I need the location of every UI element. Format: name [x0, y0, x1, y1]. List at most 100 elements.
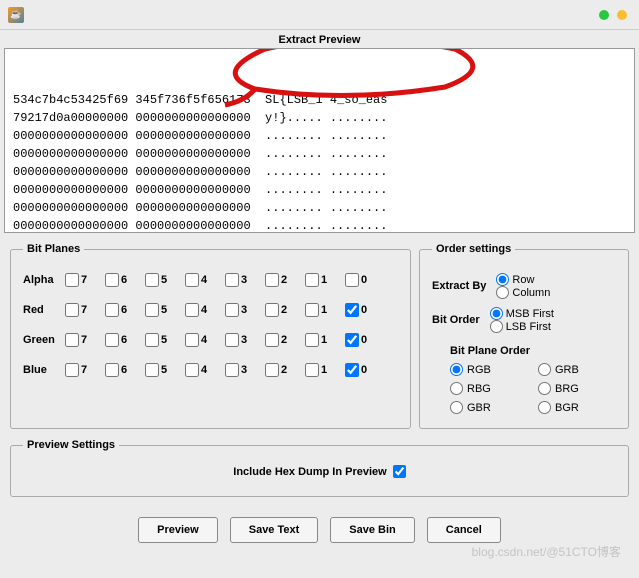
blue-bit-7-checkbox[interactable]	[65, 363, 79, 377]
bit-label: 6	[121, 304, 127, 316]
bit-order-row: Bit Order MSB First LSB First	[432, 307, 616, 333]
bit-plane-label: Green	[23, 334, 65, 346]
red-bit-3-checkbox[interactable]	[225, 303, 239, 317]
green-bit-6-checkbox[interactable]	[105, 333, 119, 347]
bit-order-msb-first-radio[interactable]	[490, 307, 503, 320]
bit-label: 3	[241, 334, 247, 346]
bit-label: 4	[201, 364, 207, 376]
bit-order-lsb-first-radio[interactable]	[490, 320, 503, 333]
blue-bit-6-checkbox[interactable]	[105, 363, 119, 377]
bit-label: 2	[281, 274, 287, 286]
bpo-brg-option[interactable]: BRG	[538, 382, 616, 395]
hex-dump-area[interactable]: 534c7b4c53425f69 345f736f5f656173 SL{LSB…	[4, 48, 635, 233]
bpo-rgb-option[interactable]: RGB	[450, 363, 528, 376]
bpo-gbr-radio[interactable]	[450, 401, 463, 414]
minimize-dot[interactable]	[599, 10, 609, 20]
green-bit-7-checkbox[interactable]	[65, 333, 79, 347]
bit-order-lsb-first-option[interactable]: LSB First	[490, 320, 554, 333]
bpo-rbg-radio[interactable]	[450, 382, 463, 395]
bit-plane-row-red: Red76543210	[23, 295, 398, 325]
bit-label: 7	[81, 334, 87, 346]
bit-plane-row-blue: Blue76543210	[23, 355, 398, 385]
bit-label: 6	[121, 364, 127, 376]
bpo-gbr-option[interactable]: GBR	[450, 401, 528, 414]
bpo-brg-radio[interactable]	[538, 382, 551, 395]
save-bin-button[interactable]: Save Bin	[330, 517, 414, 543]
bit-label: 3	[241, 304, 247, 316]
preview-button[interactable]: Preview	[138, 517, 218, 543]
hex-dump-label: Include Hex Dump In Preview	[233, 466, 386, 478]
bit-order-msb-first-option[interactable]: MSB First	[490, 307, 554, 320]
extract-by-row-radio[interactable]	[496, 273, 509, 286]
bpo-grb-radio[interactable]	[538, 363, 551, 376]
red-bit-0-checkbox[interactable]	[345, 303, 359, 317]
bpo-bgr-option[interactable]: BGR	[538, 401, 616, 414]
extract-by-label: Extract By	[432, 280, 486, 292]
alpha-bit-5-checkbox[interactable]	[145, 273, 159, 287]
bit-label: 3	[241, 364, 247, 376]
green-bit-0-checkbox[interactable]	[345, 333, 359, 347]
extract-by-column-option[interactable]: Column	[496, 286, 550, 299]
green-bit-1-checkbox[interactable]	[305, 333, 319, 347]
bpo-bgr-radio[interactable]	[538, 401, 551, 414]
hex-line: 534c7b4c53425f69 345f736f5f656173 SL{LSB…	[13, 91, 626, 109]
blue-bit-3-checkbox[interactable]	[225, 363, 239, 377]
preview-settings-fieldset: Preview Settings Include Hex Dump In Pre…	[10, 439, 629, 497]
blue-bit-0-checkbox[interactable]	[345, 363, 359, 377]
bit-label: 1	[321, 334, 327, 346]
green-bit-4-checkbox[interactable]	[185, 333, 199, 347]
extract-by-column-radio[interactable]	[496, 286, 509, 299]
green-bit-2-checkbox[interactable]	[265, 333, 279, 347]
extract-by-row-option[interactable]: Row	[496, 273, 550, 286]
alpha-bit-3-checkbox[interactable]	[225, 273, 239, 287]
hex-line: 0000000000000000 0000000000000000 ......…	[13, 217, 626, 233]
red-bit-6-checkbox[interactable]	[105, 303, 119, 317]
green-bit-5-checkbox[interactable]	[145, 333, 159, 347]
bit-label: 7	[81, 364, 87, 376]
window-controls	[599, 10, 627, 20]
blue-bit-5-checkbox[interactable]	[145, 363, 159, 377]
cancel-button[interactable]: Cancel	[427, 517, 501, 543]
red-bit-5-checkbox[interactable]	[145, 303, 159, 317]
red-bit-4-checkbox[interactable]	[185, 303, 199, 317]
bit-plane-order-label: Bit Plane Order	[450, 345, 616, 357]
green-bit-3-checkbox[interactable]	[225, 333, 239, 347]
alpha-bit-4-checkbox[interactable]	[185, 273, 199, 287]
alpha-bit-6-checkbox[interactable]	[105, 273, 119, 287]
bit-label: 2	[281, 334, 287, 346]
close-dot[interactable]	[617, 10, 627, 20]
bit-label: 6	[121, 274, 127, 286]
bit-label: 4	[201, 334, 207, 346]
bpo-rgb-radio[interactable]	[450, 363, 463, 376]
bit-label: 6	[121, 334, 127, 346]
bit-plane-label: Blue	[23, 364, 65, 376]
hex-dump-checkbox[interactable]	[393, 465, 406, 478]
alpha-bit-0-checkbox[interactable]	[345, 273, 359, 287]
bit-label: 4	[201, 304, 207, 316]
blue-bit-4-checkbox[interactable]	[185, 363, 199, 377]
red-bit-7-checkbox[interactable]	[65, 303, 79, 317]
blue-bit-2-checkbox[interactable]	[265, 363, 279, 377]
bit-plane-row-green: Green76543210	[23, 325, 398, 355]
bit-label: 2	[281, 364, 287, 376]
alpha-bit-1-checkbox[interactable]	[305, 273, 319, 287]
bit-planes-fieldset: Bit Planes Alpha76543210Red76543210Green…	[10, 243, 411, 429]
hex-line: 0000000000000000 0000000000000000 ......…	[13, 199, 626, 217]
extract-by-row: Extract By Row Column	[432, 273, 616, 299]
alpha-bit-2-checkbox[interactable]	[265, 273, 279, 287]
bpo-rbg-option[interactable]: RBG	[450, 382, 528, 395]
bit-planes-legend: Bit Planes	[23, 243, 84, 255]
blue-bit-1-checkbox[interactable]	[305, 363, 319, 377]
extract-preview-title: Extract Preview	[0, 30, 639, 48]
red-bit-1-checkbox[interactable]	[305, 303, 319, 317]
bit-label: 4	[201, 274, 207, 286]
save-text-button[interactable]: Save Text	[230, 517, 319, 543]
bit-label: 7	[81, 274, 87, 286]
bit-label: 3	[241, 274, 247, 286]
bit-label: 1	[321, 364, 327, 376]
bpo-grb-option[interactable]: GRB	[538, 363, 616, 376]
red-bit-2-checkbox[interactable]	[265, 303, 279, 317]
order-settings-fieldset: Order settings Extract By Row Column Bit…	[419, 243, 629, 429]
bit-label: 7	[81, 304, 87, 316]
alpha-bit-7-checkbox[interactable]	[65, 273, 79, 287]
